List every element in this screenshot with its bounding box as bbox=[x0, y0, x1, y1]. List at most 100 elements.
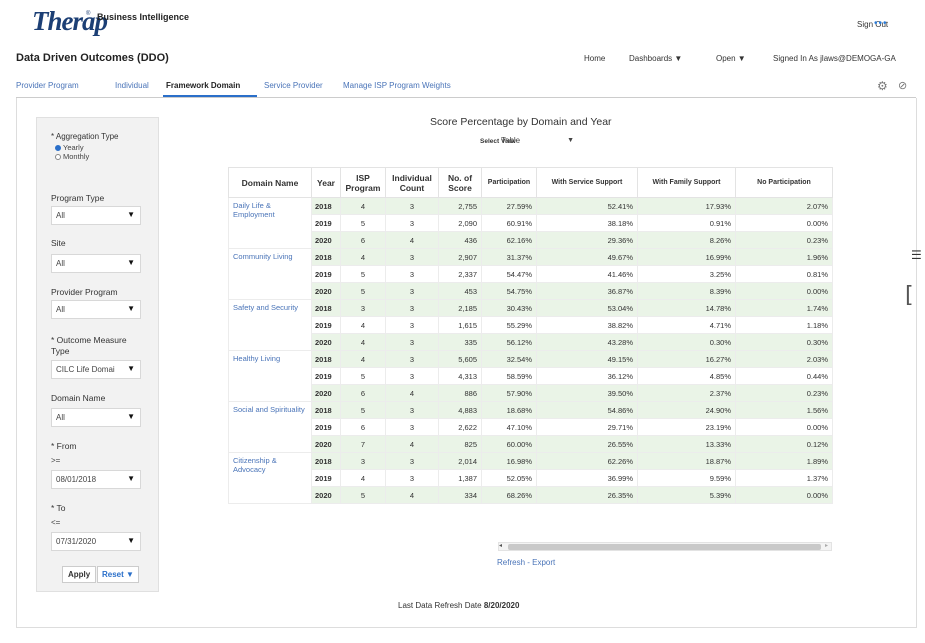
table-cell: 3 bbox=[385, 452, 439, 470]
tab-framework-domain[interactable]: Framework Domain bbox=[166, 81, 240, 90]
domain-name-cell[interactable]: Citizenship & Advocacy bbox=[228, 452, 312, 504]
nav-dashboards-menu[interactable]: Dashboards ▼ bbox=[629, 54, 682, 63]
col-no-participation[interactable]: No Participation bbox=[735, 167, 833, 198]
scroll-left-arrow-icon[interactable]: ◂ bbox=[499, 542, 502, 549]
table-cell: 2,090 bbox=[438, 214, 482, 232]
table-cell: 1.56% bbox=[735, 401, 833, 419]
refresh-export-links[interactable]: Refresh - Export bbox=[497, 558, 555, 567]
more-menu-icon[interactable]: ••• bbox=[874, 18, 888, 29]
aggregation-yearly-radio[interactable]: Yearly bbox=[55, 143, 84, 152]
table-cell: 5 bbox=[340, 486, 386, 504]
col-with-family-support[interactable]: With Family Support bbox=[637, 167, 736, 198]
table-cell: 8.39% bbox=[637, 282, 736, 300]
help-icon[interactable]: ⊘ bbox=[898, 79, 907, 92]
domain-name-cell[interactable]: Community Living bbox=[228, 248, 312, 300]
table-cell: 4,883 bbox=[438, 401, 482, 419]
table-cell: 2019 bbox=[311, 265, 341, 283]
table-cell: 2.37% bbox=[637, 384, 736, 402]
aggregation-monthly-radio[interactable]: Monthly bbox=[55, 152, 89, 161]
apply-button[interactable]: Apply bbox=[62, 566, 97, 583]
program-type-select[interactable]: All ▼ bbox=[51, 206, 141, 225]
table-cell: 3.25% bbox=[637, 265, 736, 283]
table-cell: 4 bbox=[340, 197, 386, 215]
tab-service-provider[interactable]: Service Provider bbox=[264, 81, 323, 90]
to-operator: <= bbox=[51, 518, 61, 527]
scroll-right-arrow-icon[interactable]: ▸ bbox=[825, 542, 828, 549]
table-row: 2020 4 3 335 56.12% 43.28% 0.30% 0.30% bbox=[229, 333, 833, 351]
table-cell: 9.59% bbox=[637, 469, 736, 487]
scrollbar-thumb[interactable] bbox=[508, 544, 821, 550]
outcome-measure-label: * Outcome Measure bbox=[51, 335, 127, 345]
table-cell: 16.99% bbox=[637, 248, 736, 266]
table-cell: 32.54% bbox=[481, 350, 537, 368]
from-operator: >= bbox=[51, 456, 61, 465]
table-cell: 2,185 bbox=[438, 299, 482, 317]
gear-icon[interactable]: ⚙ bbox=[877, 79, 888, 93]
tab-manage-isp-weights[interactable]: Manage ISP Program Weights bbox=[343, 81, 451, 90]
table-cell: 4 bbox=[340, 333, 386, 351]
col-isp-program[interactable]: ISP Program bbox=[340, 167, 386, 198]
table-row: 2020 5 4 334 68.26% 26.35% 5.39% 0.00% bbox=[229, 486, 833, 504]
table-cell: 0.23% bbox=[735, 231, 833, 249]
domain-name-cell[interactable]: Social and Spirituality bbox=[228, 401, 312, 453]
domain-name-cell[interactable]: Safety and Security bbox=[228, 299, 312, 351]
table-cell: 2018 bbox=[311, 248, 341, 266]
therap-logo: Therap bbox=[32, 6, 108, 36]
table-cell: 6 bbox=[340, 231, 386, 249]
table-cell: 41.46% bbox=[536, 265, 638, 283]
nav-home-link[interactable]: Home bbox=[584, 54, 605, 63]
table-cell: 2,337 bbox=[438, 265, 482, 283]
domain-name-cell[interactable]: Healthy Living bbox=[228, 350, 312, 402]
site-select[interactable]: All ▼ bbox=[51, 254, 141, 273]
table-cell: 31.37% bbox=[481, 248, 537, 266]
table-cell: 2019 bbox=[311, 367, 341, 385]
domain-name-cell[interactable]: Daily Life & Employment bbox=[228, 197, 312, 249]
table-row: 2020 6 4 436 62.16% 29.36% 8.26% 0.23% bbox=[229, 231, 833, 249]
table-cell: 3 bbox=[340, 299, 386, 317]
outcome-measure-select[interactable]: CILC Life Domai ▼ bbox=[51, 360, 141, 379]
table-cell: 4 bbox=[385, 231, 439, 249]
table-cell: 436 bbox=[438, 231, 482, 249]
table-cell: 4 bbox=[385, 384, 439, 402]
to-date-select[interactable]: 07/31/2020 ▼ bbox=[51, 532, 141, 551]
col-individual-count[interactable]: Individual Count bbox=[385, 167, 439, 198]
sidebar-toggle-icon[interactable]: [ bbox=[905, 283, 914, 308]
report-title: Score Percentage by Domain and Year bbox=[430, 116, 612, 128]
table-cell: 0.12% bbox=[735, 435, 833, 453]
table-cell: 2018 bbox=[311, 197, 341, 215]
from-date-select[interactable]: 08/01/2018 ▼ bbox=[51, 470, 141, 489]
tab-individual[interactable]: Individual bbox=[115, 81, 149, 90]
nav-open-menu[interactable]: Open ▼ bbox=[716, 54, 746, 63]
table-cell: 4.71% bbox=[637, 316, 736, 334]
table-cell: 4 bbox=[340, 248, 386, 266]
table-cell: 5.39% bbox=[637, 486, 736, 504]
table-row: 2020 6 4 886 57.90% 39.50% 2.37% 0.23% bbox=[229, 384, 833, 402]
col-participation[interactable]: Participation bbox=[481, 167, 537, 198]
col-no-of-score[interactable]: No. of Score bbox=[438, 167, 482, 198]
table-cell: 1,615 bbox=[438, 316, 482, 334]
table-cell: 18.68% bbox=[481, 401, 537, 419]
table-cell: 2019 bbox=[311, 469, 341, 487]
reset-button[interactable]: Reset ▼ bbox=[97, 566, 139, 583]
table-cell: 2.03% bbox=[735, 350, 833, 368]
table-cell: 3 bbox=[385, 367, 439, 385]
table-cell: 47.10% bbox=[481, 418, 537, 436]
col-with-service-support[interactable]: With Service Support bbox=[536, 167, 638, 198]
table-cell: 55.29% bbox=[481, 316, 537, 334]
table-cell: 2019 bbox=[311, 418, 341, 436]
table-cell: 0.30% bbox=[637, 333, 736, 351]
table-cell: 18.87% bbox=[637, 452, 736, 470]
tab-provider-program[interactable]: Provider Program bbox=[16, 81, 79, 90]
col-domain-name[interactable]: Domain Name bbox=[228, 167, 312, 198]
table-cell: 334 bbox=[438, 486, 482, 504]
table-cell: 62.16% bbox=[481, 231, 537, 249]
col-year[interactable]: Year bbox=[311, 167, 341, 198]
sidebar-menu-icon[interactable]: ☰ bbox=[911, 248, 922, 262]
site-label: Site bbox=[51, 238, 66, 248]
signed-in-user[interactable]: Signed In As jlaws@DEMOGA-GA bbox=[773, 54, 896, 63]
select-view-dropdown[interactable]: Table ▼ bbox=[498, 134, 578, 149]
table-cell: 68.26% bbox=[481, 486, 537, 504]
provider-program-select[interactable]: All ▼ bbox=[51, 300, 141, 319]
domain-name-select[interactable]: All ▼ bbox=[51, 408, 141, 427]
table-cell: 36.87% bbox=[536, 282, 638, 300]
